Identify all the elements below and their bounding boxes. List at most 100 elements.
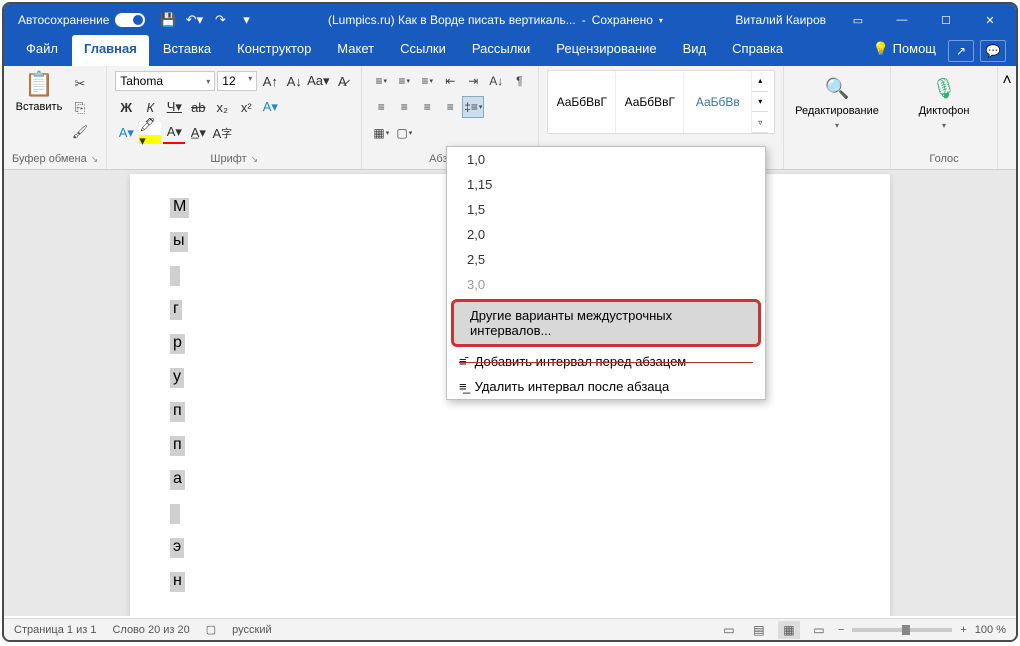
tab-help[interactable]: Справка [720, 35, 795, 66]
maximize-icon[interactable]: ☐ [924, 4, 968, 36]
decrease-indent-icon[interactable]: ⇤ [439, 70, 461, 92]
spacing-3[interactable]: 3,0 [447, 272, 765, 297]
title-bar: Автосохранение 💾 ↶▾ ↷ ▾ (Lumpics.ru) Как… [4, 4, 1016, 36]
toggle-switch-icon[interactable] [115, 13, 145, 27]
zoom-slider[interactable] [852, 628, 952, 632]
editing-button[interactable]: 🔍 Редактирование ▾ [792, 70, 882, 130]
tab-layout[interactable]: Макет [325, 35, 386, 66]
undo-icon[interactable]: ↶▾ [185, 11, 203, 29]
spacing-options[interactable]: Другие варианты междустрочных интервалов… [451, 299, 761, 347]
copy-icon[interactable]: ⎘ [70, 98, 90, 118]
share-icon[interactable]: ↗ [948, 40, 974, 62]
char-border-icon[interactable]: A̲▾ [187, 122, 209, 144]
group-font: Tahoma▾ 12▾ A↑ A↓ Aa▾ A̷ Ж К Ч▾ ab x₂ x²… [107, 66, 362, 169]
font-name-select[interactable]: Tahoma▾ [115, 71, 215, 91]
tab-file[interactable]: Файл [14, 35, 70, 66]
vertical-char: п [170, 402, 185, 422]
increase-font-icon[interactable]: A↑ [259, 70, 281, 92]
ribbon-tabs: Файл Главная Вставка Конструктор Макет С… [4, 36, 1016, 66]
styles-gallery[interactable]: АаБбВвГ АаБбВвГ АаБбВв ▴▾▿ [547, 70, 775, 134]
proofing-icon[interactable]: ▢ [206, 623, 216, 636]
minimize-icon[interactable]: — [880, 4, 924, 36]
tab-mailings[interactable]: Рассылки [460, 35, 542, 66]
strike-button[interactable]: ab [187, 96, 209, 118]
clear-format-icon[interactable]: A̷ [331, 70, 353, 92]
align-right-icon[interactable]: ≡ [416, 96, 438, 118]
paste-button[interactable]: 📋 Вставить [12, 70, 66, 113]
dictate-button[interactable]: 🎙 Диктофон ▾ [899, 70, 989, 130]
show-marks-icon[interactable]: ¶ [508, 70, 530, 92]
enclose-icon[interactable]: A字 [211, 122, 233, 144]
tab-home[interactable]: Главная [72, 35, 149, 66]
spacing-2-5[interactable]: 2,5 [447, 247, 765, 272]
autosave-toggle[interactable]: Автосохранение [18, 13, 145, 27]
style-no-spacing[interactable]: АаБбВвГ [616, 71, 684, 133]
style-heading1[interactable]: АаБбВв [684, 71, 752, 133]
style-normal[interactable]: АаБбВвГ [548, 71, 616, 133]
saved-status: Сохранено [592, 13, 653, 27]
spacing-1-15[interactable]: 1,15 [447, 172, 765, 197]
decrease-font-icon[interactable]: A↓ [283, 70, 305, 92]
print-layout-icon[interactable]: ▦ [778, 621, 800, 639]
zoom-level[interactable]: 100 % [975, 624, 1006, 636]
spacing-2[interactable]: 2,0 [447, 222, 765, 247]
italic-button[interactable]: К [139, 96, 161, 118]
focus-mode-icon[interactable]: ▭ [718, 621, 740, 639]
spacing-1-5[interactable]: 1,5 [447, 197, 765, 222]
align-center-icon[interactable]: ≡ [393, 96, 415, 118]
align-left-icon[interactable]: ≡ [370, 96, 392, 118]
bold-button[interactable]: Ж [115, 96, 137, 118]
tab-design[interactable]: Конструктор [225, 35, 323, 66]
collapse-ribbon-icon[interactable]: ˄ [998, 66, 1016, 169]
zoom-out-icon[interactable]: − [838, 624, 844, 636]
text-effect2-icon[interactable]: A▾ [115, 122, 137, 144]
word-count[interactable]: Слово 20 из 20 [112, 624, 189, 636]
change-case-icon[interactable]: Aa▾ [307, 70, 329, 92]
underline-button[interactable]: Ч▾ [163, 96, 185, 118]
multilevel-icon[interactable]: ≡ [416, 70, 438, 92]
add-space-before[interactable]: ≡̄ Добавить интервал перед абзацем [447, 349, 765, 374]
tab-insert[interactable]: Вставка [151, 35, 223, 66]
read-mode-icon[interactable]: ▤ [748, 621, 770, 639]
remove-space-after[interactable]: ≡̲ Удалить интервал после абзаца [447, 374, 765, 399]
user-name[interactable]: Виталий Каиров [735, 13, 826, 27]
save-icon[interactable]: 💾 [159, 11, 177, 29]
sort-icon[interactable]: A↓ [485, 70, 507, 92]
document-title: (Lumpics.ru) Как в Ворде писать вертикал… [255, 13, 735, 27]
vertical-char: г [170, 300, 182, 320]
tab-references[interactable]: Ссылки [388, 35, 458, 66]
web-layout-icon[interactable]: ▭ [808, 621, 830, 639]
shading-icon[interactable]: ▦ [370, 122, 392, 144]
vertical-char: н [170, 572, 185, 592]
vertical-char: р [170, 334, 185, 354]
font-size-select[interactable]: 12▾ [217, 71, 257, 91]
dialog-launcher-icon[interactable]: ↘ [91, 154, 99, 165]
format-painter-icon[interactable]: 🖌 [70, 122, 90, 142]
bullets-icon[interactable]: ≡ [370, 70, 392, 92]
subscript-icon[interactable]: x₂ [211, 96, 233, 118]
numbering-icon[interactable]: ≡ [393, 70, 415, 92]
language-status[interactable]: русский [232, 624, 271, 636]
highlight-icon[interactable]: 🖊▾ [139, 122, 161, 144]
justify-icon[interactable]: ≡ [439, 96, 461, 118]
tab-review[interactable]: Рецензирование [544, 35, 668, 66]
text-effects-icon[interactable]: A▾ [259, 96, 281, 118]
font-color-icon[interactable]: A▾ [163, 122, 185, 144]
dialog-launcher-icon[interactable]: ↘ [251, 154, 259, 165]
close-icon[interactable]: ✕ [968, 4, 1012, 36]
borders-icon[interactable]: ▢ [393, 122, 415, 144]
cut-icon[interactable]: ✂ [70, 74, 90, 94]
page-status[interactable]: Страница 1 из 1 [14, 624, 96, 636]
spacing-1[interactable]: 1,0 [447, 147, 765, 172]
zoom-in-icon[interactable]: + [960, 624, 966, 636]
redo-icon[interactable]: ↷ [211, 11, 229, 29]
line-spacing-button[interactable]: ‡≡ [462, 96, 484, 118]
comments-icon[interactable]: 💬 [980, 40, 1006, 62]
qat-more-icon[interactable]: ▾ [237, 11, 255, 29]
ribbon-display-icon[interactable]: ▭ [836, 4, 880, 36]
styles-scroll[interactable]: ▴▾▿ [752, 71, 768, 133]
tab-view[interactable]: Вид [671, 35, 719, 66]
increase-indent-icon[interactable]: ⇥ [462, 70, 484, 92]
tell-me[interactable]: 💡 Помощ [867, 35, 942, 66]
superscript-icon[interactable]: x² [235, 96, 257, 118]
